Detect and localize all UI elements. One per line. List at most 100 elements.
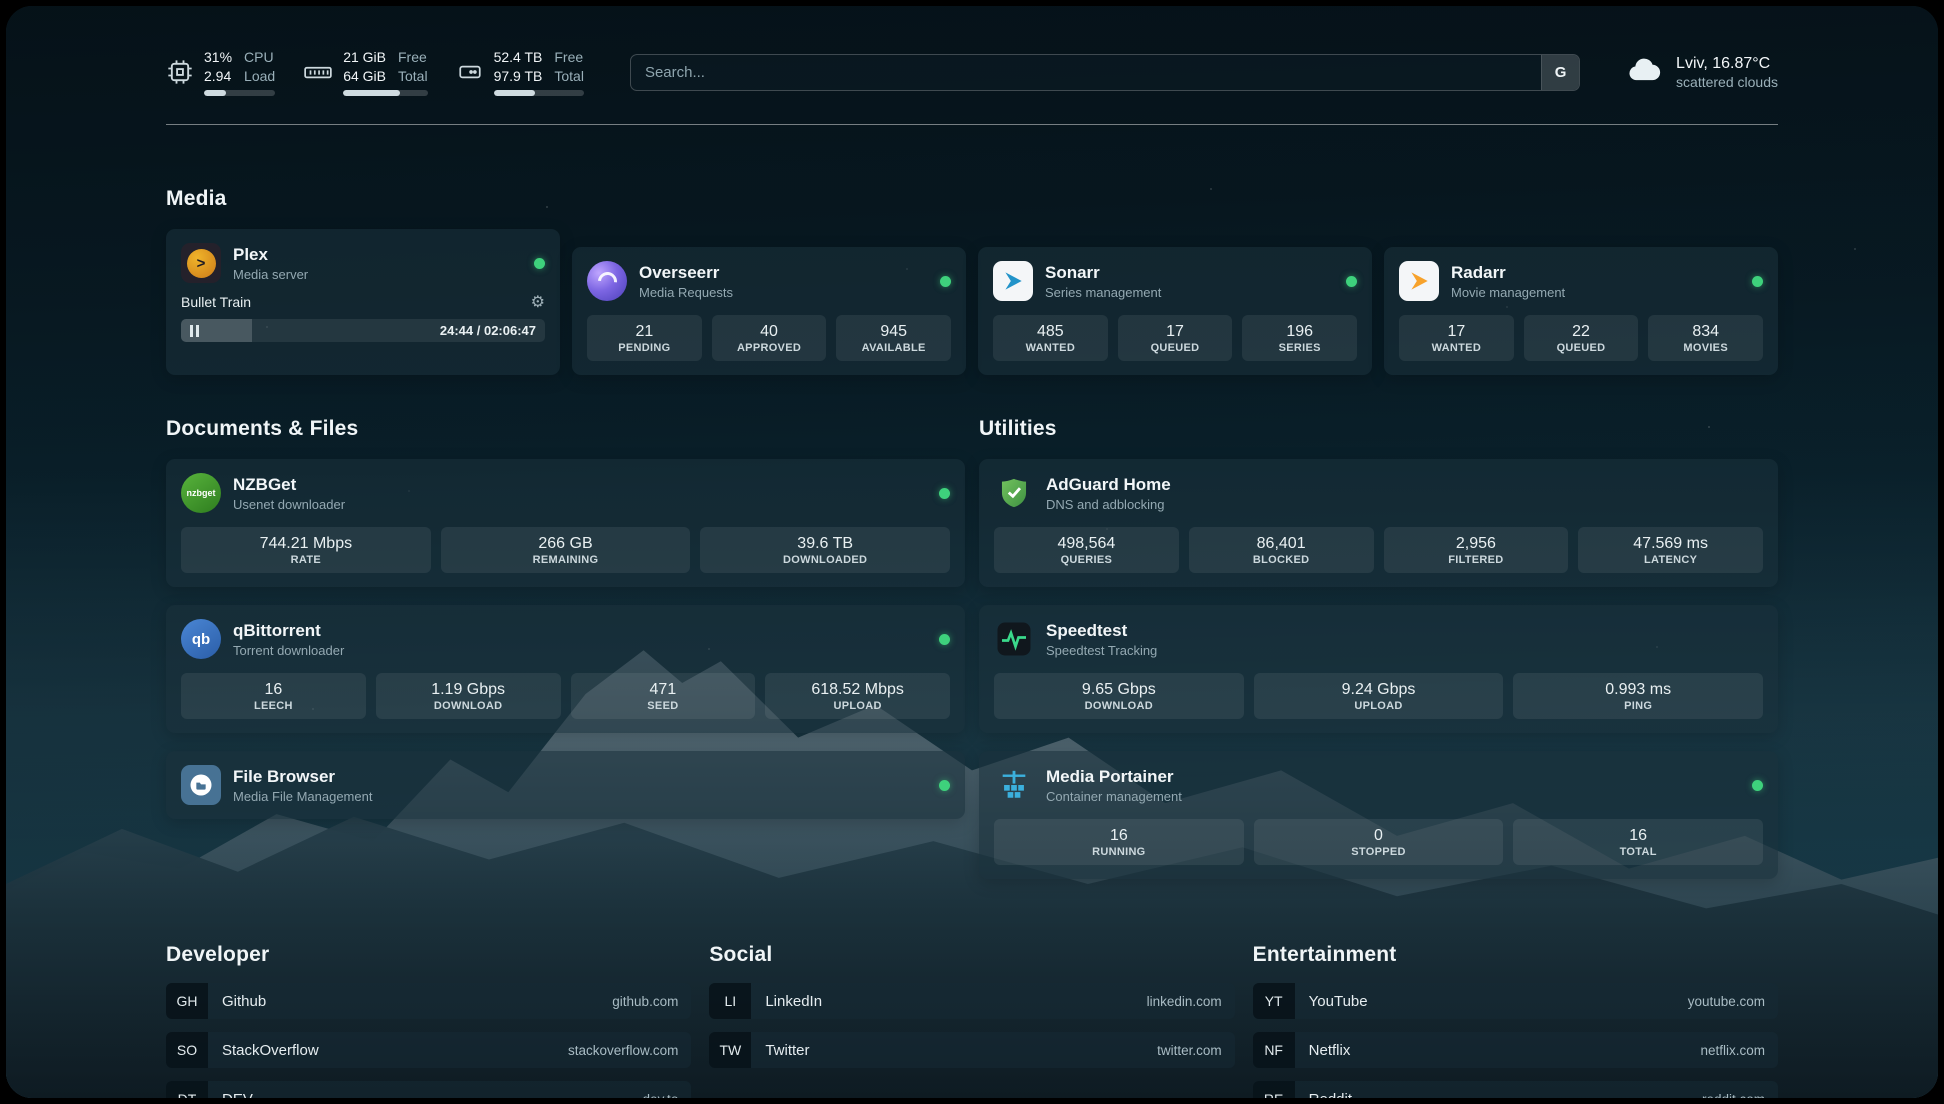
service-card-adguard[interactable]: AdGuard Home DNS and adblocking 498,564Q…: [979, 459, 1778, 587]
playback-time: 24:44 / 02:06:47: [440, 323, 536, 338]
service-description: Series management: [1045, 285, 1161, 300]
service-card-portainer[interactable]: Media Portainer Container management 16R…: [979, 751, 1778, 879]
bookmark-dev[interactable]: DT DEV dev.to: [166, 1081, 691, 1098]
stat-stopped: 0STOPPED: [1254, 819, 1504, 865]
cpu-load-value: 2.94: [204, 67, 232, 85]
bookmark-abbr: SO: [166, 1032, 208, 1068]
service-name: Plex: [233, 245, 308, 265]
bookmark-abbr: TW: [709, 1032, 751, 1068]
search-provider-button[interactable]: G: [1541, 55, 1579, 90]
service-description: Torrent downloader: [233, 643, 344, 658]
service-description: Usenet downloader: [233, 497, 345, 512]
service-card-nzbget[interactable]: nzbget NZBGet Usenet downloader 744.21 M…: [166, 459, 965, 587]
service-name: Media Portainer: [1046, 767, 1182, 787]
service-card-plex[interactable]: > Plex Media server Bullet Train ⚙: [166, 229, 560, 375]
bookmark-name: Netflix: [1309, 1042, 1351, 1059]
bookmark-domain: linkedin.com: [1147, 994, 1222, 1009]
utilities-column: Utilities AdGuard Home DNS and: [979, 417, 1778, 879]
section-title-utilities: Utilities: [979, 417, 1778, 441]
stat-series: 196SERIES: [1242, 315, 1357, 361]
stat-queries: 498,564QUERIES: [994, 527, 1179, 573]
service-card-radarr[interactable]: Radarr Movie management 17WANTED 22QUEUE…: [1384, 247, 1778, 375]
disk-free-label: Free: [554, 48, 584, 66]
stat-running: 16RUNNING: [994, 819, 1244, 865]
bookmark-name: StackOverflow: [222, 1042, 319, 1059]
overseerr-icon: [587, 261, 627, 301]
section-title-developer: Developer: [166, 943, 691, 967]
memory-free-value: 21 GiB: [343, 48, 386, 66]
service-name: Sonarr: [1045, 263, 1161, 283]
speedtest-icon: [994, 619, 1034, 659]
stat-queued: 17QUEUED: [1118, 315, 1233, 361]
service-description: Speedtest Tracking: [1046, 643, 1157, 658]
nzbget-icon: nzbget: [181, 473, 221, 513]
bookmark-domain: stackoverflow.com: [568, 1043, 678, 1058]
memory-total-value: 64 GiB: [343, 67, 386, 85]
status-dot: [939, 780, 950, 791]
status-dot: [1752, 276, 1763, 287]
bookmark-abbr: YT: [1253, 983, 1295, 1019]
service-name: Overseerr: [639, 263, 733, 283]
background-snow-specks: [6, 6, 8, 8]
cloud-icon: [1626, 54, 1664, 89]
stat-available: 945AVAILABLE: [836, 315, 951, 361]
cpu-label: CPU: [244, 48, 275, 66]
bookmark-youtube[interactable]: YT YouTube youtube.com: [1253, 983, 1778, 1019]
stat-leech: 16LEECH: [181, 673, 366, 719]
bookmark-domain: github.com: [612, 994, 678, 1009]
now-playing-title: Bullet Train: [181, 294, 251, 310]
cpu-widget: 31% 2.94 CPU Load: [166, 48, 275, 95]
stat-upload: 9.24 GbpsUPLOAD: [1254, 673, 1504, 719]
cpu-load-label: Load: [244, 67, 275, 85]
status-dot: [1346, 276, 1357, 287]
status-dot: [939, 488, 950, 499]
topbar-divider: [166, 124, 1778, 125]
bookmark-reddit[interactable]: RE Reddit reddit.com: [1253, 1081, 1778, 1098]
system-widgets: 31% 2.94 CPU Load: [166, 48, 584, 95]
bookmark-group-social: Social LI LinkedIn linkedin.com TW Twitt…: [709, 943, 1234, 1098]
service-card-speedtest[interactable]: Speedtest Speedtest Tracking 9.65 GbpsDO…: [979, 605, 1778, 733]
memory-total-label: Total: [398, 67, 428, 85]
service-card-overseerr[interactable]: Overseerr Media Requests 21PENDING 40APP…: [572, 247, 966, 375]
status-dot: [534, 258, 545, 269]
bookmark-domain: dev.to: [643, 1092, 679, 1099]
bookmark-name: DEV: [222, 1091, 253, 1099]
search-input[interactable]: [631, 55, 1541, 90]
service-description: DNS and adblocking: [1046, 497, 1171, 512]
status-dot: [940, 276, 951, 287]
documents-column: Documents & Files nzbget NZBGet Usenet d…: [166, 417, 965, 879]
bookmark-abbr: DT: [166, 1081, 208, 1098]
weather-condition: scattered clouds: [1676, 74, 1778, 90]
now-playing-row: Bullet Train ⚙: [181, 292, 545, 312]
disk-total-label: Total: [554, 67, 584, 85]
bookmarks-section: Developer GH Github github.com SO StackO…: [166, 943, 1778, 1098]
bookmark-linkedin[interactable]: LI LinkedIn linkedin.com: [709, 983, 1234, 1019]
search-bar: G: [630, 54, 1580, 91]
stat-download: 1.19 GbpsDOWNLOAD: [376, 673, 561, 719]
service-description: Media server: [233, 267, 308, 282]
memory-icon: [303, 59, 333, 85]
service-name: AdGuard Home: [1046, 475, 1171, 495]
service-card-filebrowser[interactable]: File Browser Media File Management: [166, 751, 965, 819]
cpu-meter: [204, 90, 275, 96]
service-card-qbittorrent[interactable]: qb qBittorrent Torrent downloader 16LEEC…: [166, 605, 965, 733]
service-name: Speedtest: [1046, 621, 1157, 641]
service-card-sonarr[interactable]: Sonarr Series management 485WANTED 17QUE…: [978, 247, 1372, 375]
memory-widget: 21 GiB 64 GiB Free Total: [303, 48, 427, 95]
service-description: Container management: [1046, 789, 1182, 804]
bookmark-github[interactable]: GH Github github.com: [166, 983, 691, 1019]
bookmark-stackoverflow[interactable]: SO StackOverflow stackoverflow.com: [166, 1032, 691, 1068]
portainer-icon: [994, 765, 1034, 805]
pause-icon[interactable]: [190, 325, 200, 337]
bookmark-netflix[interactable]: NF Netflix netflix.com: [1253, 1032, 1778, 1068]
bookmark-domain: youtube.com: [1688, 994, 1765, 1009]
playback-progress-bar[interactable]: 24:44 / 02:06:47: [181, 319, 545, 342]
stat-blocked: 86,401BLOCKED: [1189, 527, 1374, 573]
bookmark-abbr: RE: [1253, 1081, 1295, 1098]
stat-filtered: 2,956FILTERED: [1384, 527, 1569, 573]
adguard-icon: [994, 473, 1034, 513]
gear-icon[interactable]: ⚙: [531, 292, 545, 312]
bookmark-twitter[interactable]: TW Twitter twitter.com: [709, 1032, 1234, 1068]
status-dot: [1752, 780, 1763, 791]
stat-latency: 47.569 msLATENCY: [1578, 527, 1763, 573]
